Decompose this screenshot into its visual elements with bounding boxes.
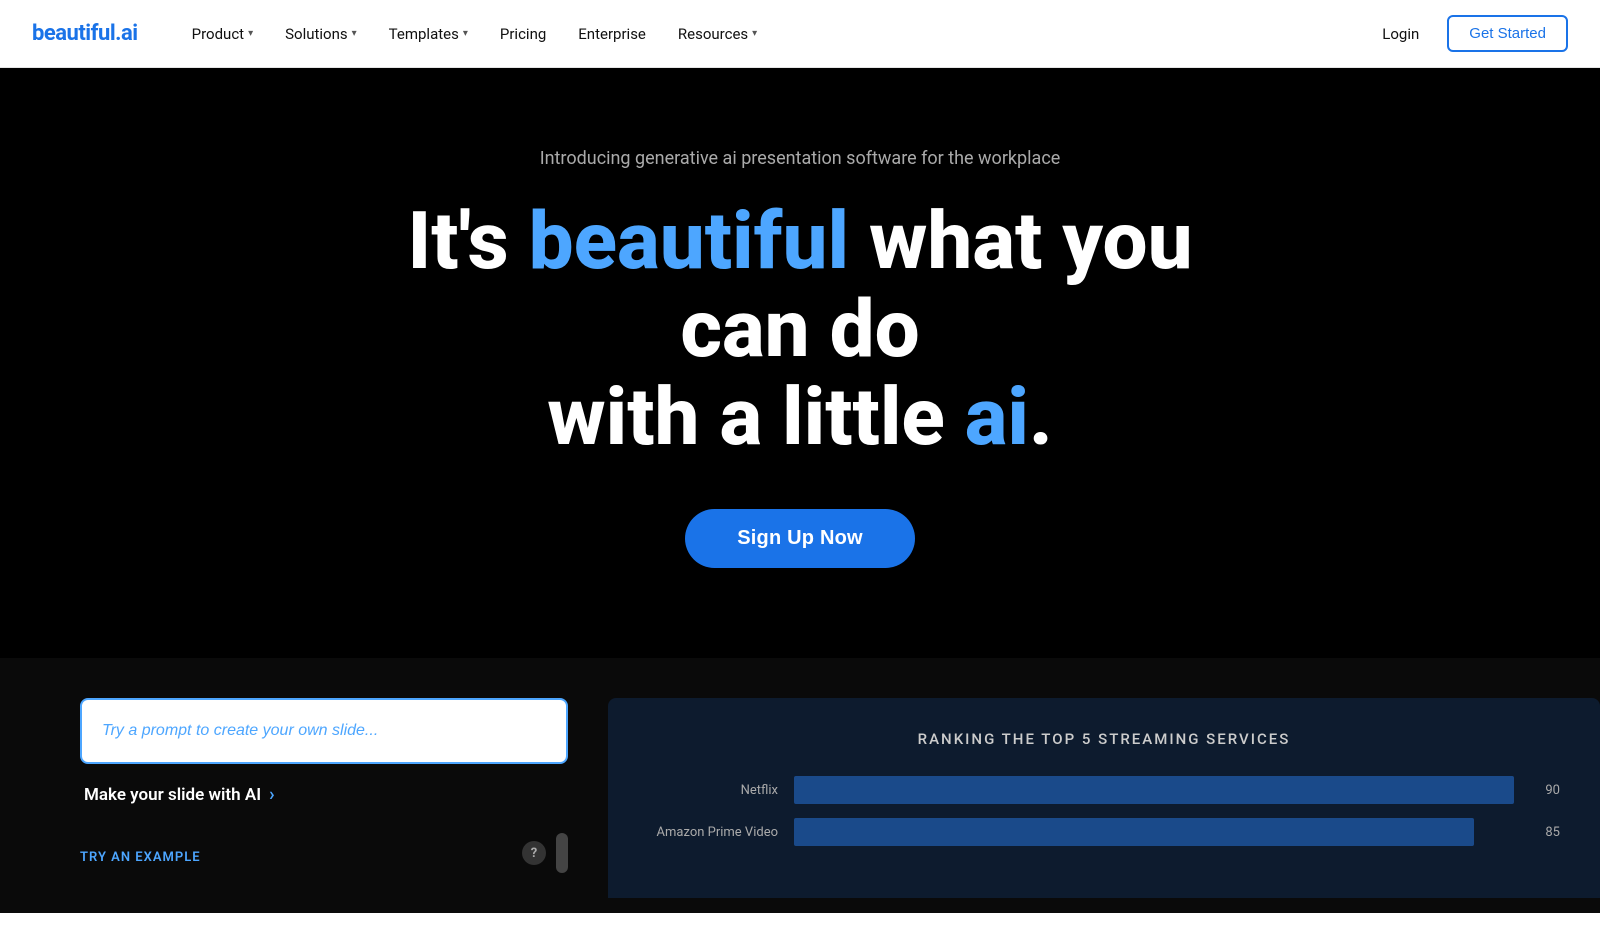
chart-value-amazon: 85 — [1530, 825, 1560, 840]
chart-label-amazon: Amazon Prime Video — [648, 825, 778, 840]
hero-title-punct: . — [1029, 370, 1053, 464]
navigation: beautiful.ai Product ▾ Solutions ▾ Templ… — [0, 0, 1600, 68]
help-icon[interactable]: ? — [522, 841, 546, 865]
chevron-down-icon: ▾ — [352, 28, 357, 39]
hero-title-part3: with a little — [547, 370, 965, 464]
chart-row-netflix: Netflix 90 — [648, 776, 1560, 804]
chart-bar-container-netflix — [794, 776, 1514, 804]
chart-bar-amazon — [794, 818, 1474, 846]
nav-item-product[interactable]: Product ▾ — [178, 17, 267, 51]
bottom-section: Make your slide with AI › TRY AN EXAMPLE… — [0, 658, 1600, 913]
hero-section: Introducing generative ai presentation s… — [0, 68, 1600, 658]
chevron-down-icon: ▾ — [752, 28, 757, 39]
logo-ai: ai — [121, 21, 138, 46]
hero-title-highlight: beautiful — [529, 194, 849, 288]
chevron-down-icon: ▾ — [463, 28, 468, 39]
prompt-input[interactable] — [80, 698, 568, 764]
chart-title: RANKING THE TOP 5 STREAMING SERVICES — [648, 730, 1560, 748]
nav-item-enterprise[interactable]: Enterprise — [564, 17, 660, 51]
chart-value-netflix: 90 — [1530, 783, 1560, 798]
hero-subtitle: Introducing generative ai presentation s… — [540, 148, 1061, 169]
nav-item-resources[interactable]: Resources ▾ — [664, 17, 771, 51]
nav-item-templates[interactable]: Templates ▾ — [375, 17, 482, 51]
nav-item-solutions[interactable]: Solutions ▾ — [271, 17, 371, 51]
arrow-right-icon: › — [269, 784, 274, 805]
nav-right: Login Get Started — [1370, 15, 1568, 52]
login-button[interactable]: Login — [1370, 17, 1431, 51]
make-slide-label: Make your slide with AI — [84, 785, 261, 805]
try-example-link[interactable]: TRY AN EXAMPLE — [80, 842, 201, 865]
right-panel: RANKING THE TOP 5 STREAMING SERVICES Net… — [608, 698, 1600, 898]
bottom-icons: TRY AN EXAMPLE ? — [80, 825, 568, 873]
left-panel: Make your slide with AI › TRY AN EXAMPLE… — [0, 698, 608, 913]
chart-label-netflix: Netflix — [648, 783, 778, 798]
chart-row-amazon: Amazon Prime Video 85 — [648, 818, 1560, 846]
logo-text: beautiful — [32, 21, 115, 46]
logo[interactable]: beautiful.ai — [32, 21, 138, 46]
chart-bar-netflix — [794, 776, 1514, 804]
scroll-indicator — [556, 833, 568, 873]
nav-item-pricing[interactable]: Pricing — [486, 17, 560, 51]
get-started-button[interactable]: Get Started — [1447, 15, 1568, 52]
hero-title-highlight2: ai — [965, 370, 1029, 464]
signup-button[interactable]: Sign Up Now — [685, 509, 915, 568]
nav-links: Product ▾ Solutions ▾ Templates ▾ Pricin… — [178, 17, 1371, 51]
chart-bar-container-amazon — [794, 818, 1514, 846]
hero-title: It's beautiful what you can do with a li… — [350, 197, 1250, 461]
chevron-down-icon: ▾ — [248, 28, 253, 39]
make-slide-link[interactable]: Make your slide with AI › — [80, 784, 568, 805]
hero-title-part1: It's — [407, 194, 528, 288]
